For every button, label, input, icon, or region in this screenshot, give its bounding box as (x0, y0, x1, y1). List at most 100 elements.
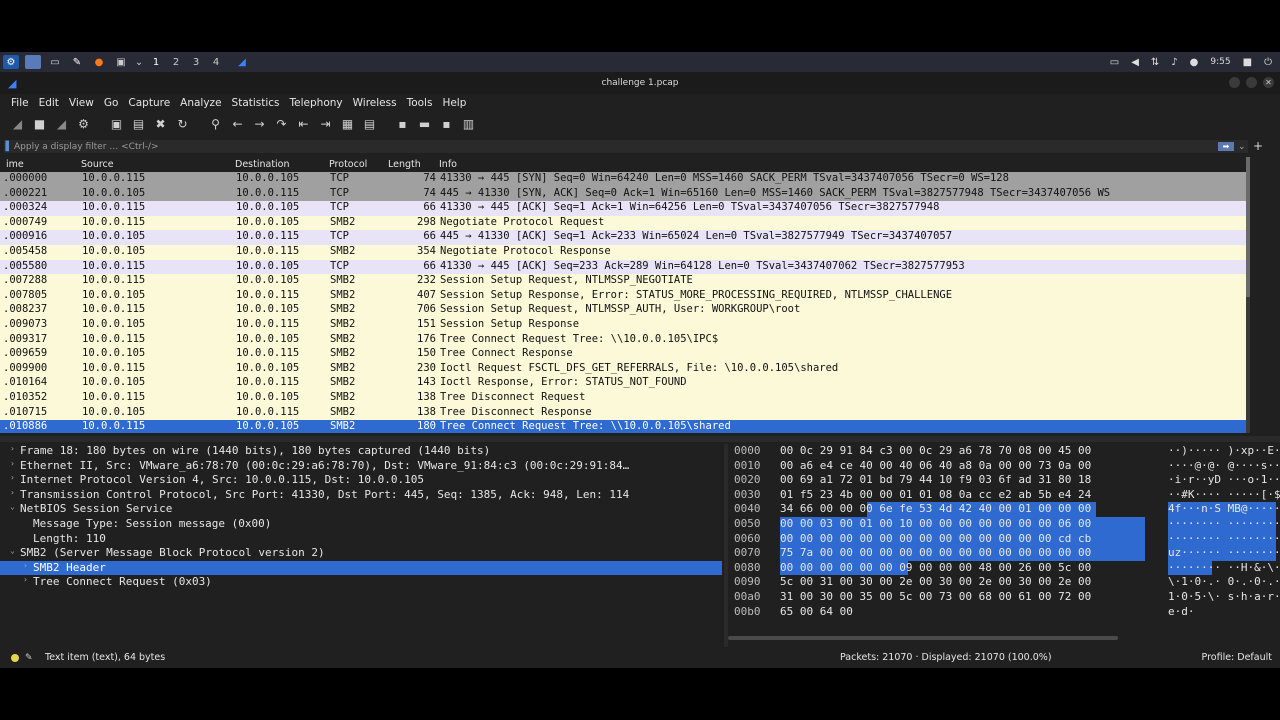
detail-tree-item[interactable]: Message Type: Session message (0x00) (0, 517, 722, 532)
capture-comment-icon[interactable]: ✎ (25, 653, 35, 663)
screen-icon[interactable]: ▭ (1110, 57, 1119, 68)
packet-row[interactable]: .010352 10.0.0.115 10.0.0.105 SMB2 138 Tree D… (0, 390, 1246, 406)
start-capture-icon[interactable]: ◢ (8, 116, 27, 133)
firefox-icon[interactable]: ● (91, 55, 107, 69)
last-packet-icon[interactable]: ⇥ (316, 116, 335, 133)
normal-size-icon[interactable]: ▪ (437, 116, 456, 133)
files-icon[interactable]: ▭ (47, 55, 63, 69)
packet-row[interactable]: .009659 10.0.0.105 10.0.0.115 SMB2 150 Tree C… (0, 347, 1246, 362)
zoom-out-icon[interactable]: ▬ (415, 116, 434, 133)
menu-help[interactable]: Help (437, 97, 471, 109)
logout-icon[interactable]: ⏻ (1264, 57, 1272, 68)
restart-capture-icon[interactable]: ◢ (52, 116, 71, 133)
collapsed-arrow-icon[interactable]: › (10, 444, 15, 453)
detail-tree-item[interactable]: ⌄ NetBIOS Session Service (0, 502, 722, 517)
workspace-4[interactable]: 4 (206, 57, 226, 68)
editor-icon[interactable]: ✎ (69, 55, 85, 69)
add-filter-button-icon[interactable]: + (1253, 139, 1263, 153)
kali-menu-icon[interactable]: ⚙ (3, 55, 19, 69)
packet-row[interactable]: .000324 10.0.0.115 10.0.0.105 TCP 66 41330 → … (0, 201, 1246, 216)
packet-row[interactable]: .007805 10.0.0.105 10.0.0.115 SMB2 407 Sessio… (0, 288, 1246, 304)
expanded-arrow-icon[interactable]: ⌄ (10, 546, 15, 555)
packet-row[interactable]: .005458 10.0.0.105 10.0.0.115 SMB2 354 Negoti… (0, 244, 1246, 260)
close-file-icon[interactable]: ✖ (151, 116, 170, 133)
detail-tree-item[interactable]: › Internet Protocol Version 4, Src: 10.0.… (0, 473, 722, 488)
detail-tree-item[interactable]: › Ethernet II, Src: VMware_a6:78:70 (00:0… (0, 459, 722, 474)
menu-statistics[interactable]: Statistics (227, 97, 285, 109)
menu-analyze[interactable]: Analyze (175, 97, 226, 109)
hex-row[interactable]: 0010 00 a6 e4 ce 40 00 40 06 40 a8 0a 00 … (728, 459, 1280, 474)
packet-row[interactable]: .000221 10.0.0.105 10.0.0.115 TCP 74 445 → 41… (0, 186, 1246, 202)
detail-tree-item[interactable]: › Tree Connect Request (0x03) (0, 575, 722, 590)
packet-row[interactable]: .000916 10.0.0.105 10.0.0.115 TCP 66 445 → 41… (0, 230, 1246, 245)
lock-icon[interactable]: ■ (1243, 57, 1252, 68)
bytes-hscrollbar[interactable] (728, 636, 1118, 640)
chevron-down-icon[interactable]: ⌄ (135, 55, 143, 69)
workspace-1[interactable]: 1 (146, 57, 166, 68)
go-to-packet-icon[interactable]: ↷ (272, 116, 291, 133)
packet-row[interactable]: .005580 10.0.0.115 10.0.0.105 TCP 66 41330 → … (0, 259, 1246, 275)
resize-columns-icon[interactable]: ▥ (459, 116, 478, 133)
expert-info-icon[interactable] (11, 653, 19, 662)
minimize-button[interactable] (1229, 77, 1240, 88)
menu-go[interactable]: Go (99, 97, 124, 109)
packet-row[interactable]: .010715 10.0.0.105 10.0.0.115 SMB2 138 Tree D… (0, 405, 1246, 421)
col-info[interactable]: Info (439, 159, 457, 170)
status-profile[interactable]: Profile: Default (1202, 652, 1272, 663)
desktop-icon[interactable] (25, 55, 41, 69)
detail-tree-item[interactable]: › Frame 18: 180 bytes on wire (1440 bits)… (0, 444, 722, 459)
detail-tree-item[interactable]: › SMB2 Header (0, 560, 722, 576)
hex-row[interactable]: 00b0 65 00 64 00 e·d· (728, 605, 1280, 620)
col-destination[interactable]: Destination (235, 159, 290, 170)
packet-list-scroll-thumb[interactable] (1246, 157, 1250, 297)
power-status-icon[interactable]: ● (1190, 57, 1199, 68)
menu-telephony[interactable]: Telephony (285, 97, 348, 109)
network-icon[interactable]: ⇅ (1151, 57, 1159, 68)
colorize-icon[interactable]: ▤ (360, 116, 379, 133)
packet-row[interactable]: .000000 10.0.0.115 10.0.0.105 TCP 74 41330 → … (0, 172, 1246, 187)
packet-row[interactable]: .010886 10.0.0.115 10.0.0.105 SMB2 180 Tree C… (0, 420, 1246, 433)
col-source[interactable]: Source (81, 159, 114, 170)
packet-row[interactable]: .007288 10.0.0.115 10.0.0.105 SMB2 232 Sessio… (0, 274, 1246, 289)
packet-row[interactable]: .009073 10.0.0.105 10.0.0.115 SMB2 151 Sessio… (0, 317, 1246, 333)
pane-splitter[interactable] (0, 436, 1280, 442)
capture-options-icon[interactable]: ⚙ (74, 116, 93, 133)
hex-row[interactable]: 0090 5c 00 31 00 30 00 2e 00 30 00 2e 00 … (728, 575, 1280, 590)
hex-row[interactable]: 0050 00 00 03 00 01 00 10 00 00 00 00 00 … (728, 517, 1280, 532)
workspace-2[interactable]: 2 (166, 57, 186, 68)
packet-row[interactable]: .009317 10.0.0.115 10.0.0.105 SMB2 176 Tree C… (0, 332, 1246, 348)
go-back-icon[interactable]: ← (228, 116, 247, 133)
hex-row[interactable]: 0030 01 f5 23 4b 00 00 01 01 08 0a cc e2 … (728, 488, 1280, 503)
hex-row[interactable]: 0040 34 66 00 00 00 6e fe 53 4d 42 40 00 … (728, 502, 1280, 517)
display-filter-bar[interactable]: ▌ Apply a display filter … <Ctrl-/> ➡ ⌄ (4, 140, 1248, 153)
reload-file-icon[interactable]: ↻ (173, 116, 192, 133)
terminal-icon[interactable]: ▣ (113, 55, 129, 69)
col-length[interactable]: Length (388, 159, 421, 170)
collapsed-arrow-icon[interactable]: › (23, 575, 28, 584)
packet-row[interactable]: .008237 10.0.0.115 10.0.0.105 SMB2 706 Sessio… (0, 303, 1246, 318)
detail-tree-item[interactable]: ⌄ SMB2 (Server Message Block Protocol ver… (0, 546, 722, 561)
zoom-in-icon[interactable]: ▪ (393, 116, 412, 133)
first-packet-icon[interactable]: ⇤ (294, 116, 313, 133)
collapsed-arrow-icon[interactable]: › (10, 488, 15, 497)
go-forward-icon[interactable]: → (250, 116, 269, 133)
collapsed-arrow-icon[interactable]: › (10, 459, 15, 468)
apply-filter-icon[interactable]: ➡ (1218, 142, 1234, 151)
hex-row[interactable]: 0000 00 0c 29 91 84 c3 00 0c 29 a6 78 70 … (728, 444, 1280, 459)
find-packet-icon[interactable]: ⚲ (206, 116, 225, 133)
autoscroll-icon[interactable]: ▦ (338, 116, 357, 133)
wireshark-task-icon[interactable]: ◢ (234, 55, 250, 69)
hex-row[interactable]: 0080 00 00 00 00 00 00 09 00 00 00 48 00 … (728, 561, 1280, 576)
maximize-button[interactable] (1246, 77, 1257, 88)
save-file-icon[interactable]: ▤ (129, 116, 148, 133)
menu-tools[interactable]: Tools (402, 97, 438, 109)
hex-row[interactable]: 0020 00 69 a1 72 01 bd 79 44 10 f9 03 6f … (728, 473, 1280, 488)
volume-icon[interactable]: ◀ (1131, 57, 1139, 68)
close-button[interactable]: ✕ (1263, 77, 1274, 88)
col-protocol[interactable]: Protocol (329, 159, 367, 170)
clock[interactable]: 9:55 (1210, 57, 1230, 67)
packet-row[interactable]: .009900 10.0.0.115 10.0.0.105 SMB2 230 Ioctl … (0, 361, 1246, 377)
menu-file[interactable]: File (6, 97, 34, 109)
filter-dropdown-icon[interactable]: ⌄ (1238, 142, 1248, 152)
col-time[interactable]: ime (6, 159, 24, 170)
